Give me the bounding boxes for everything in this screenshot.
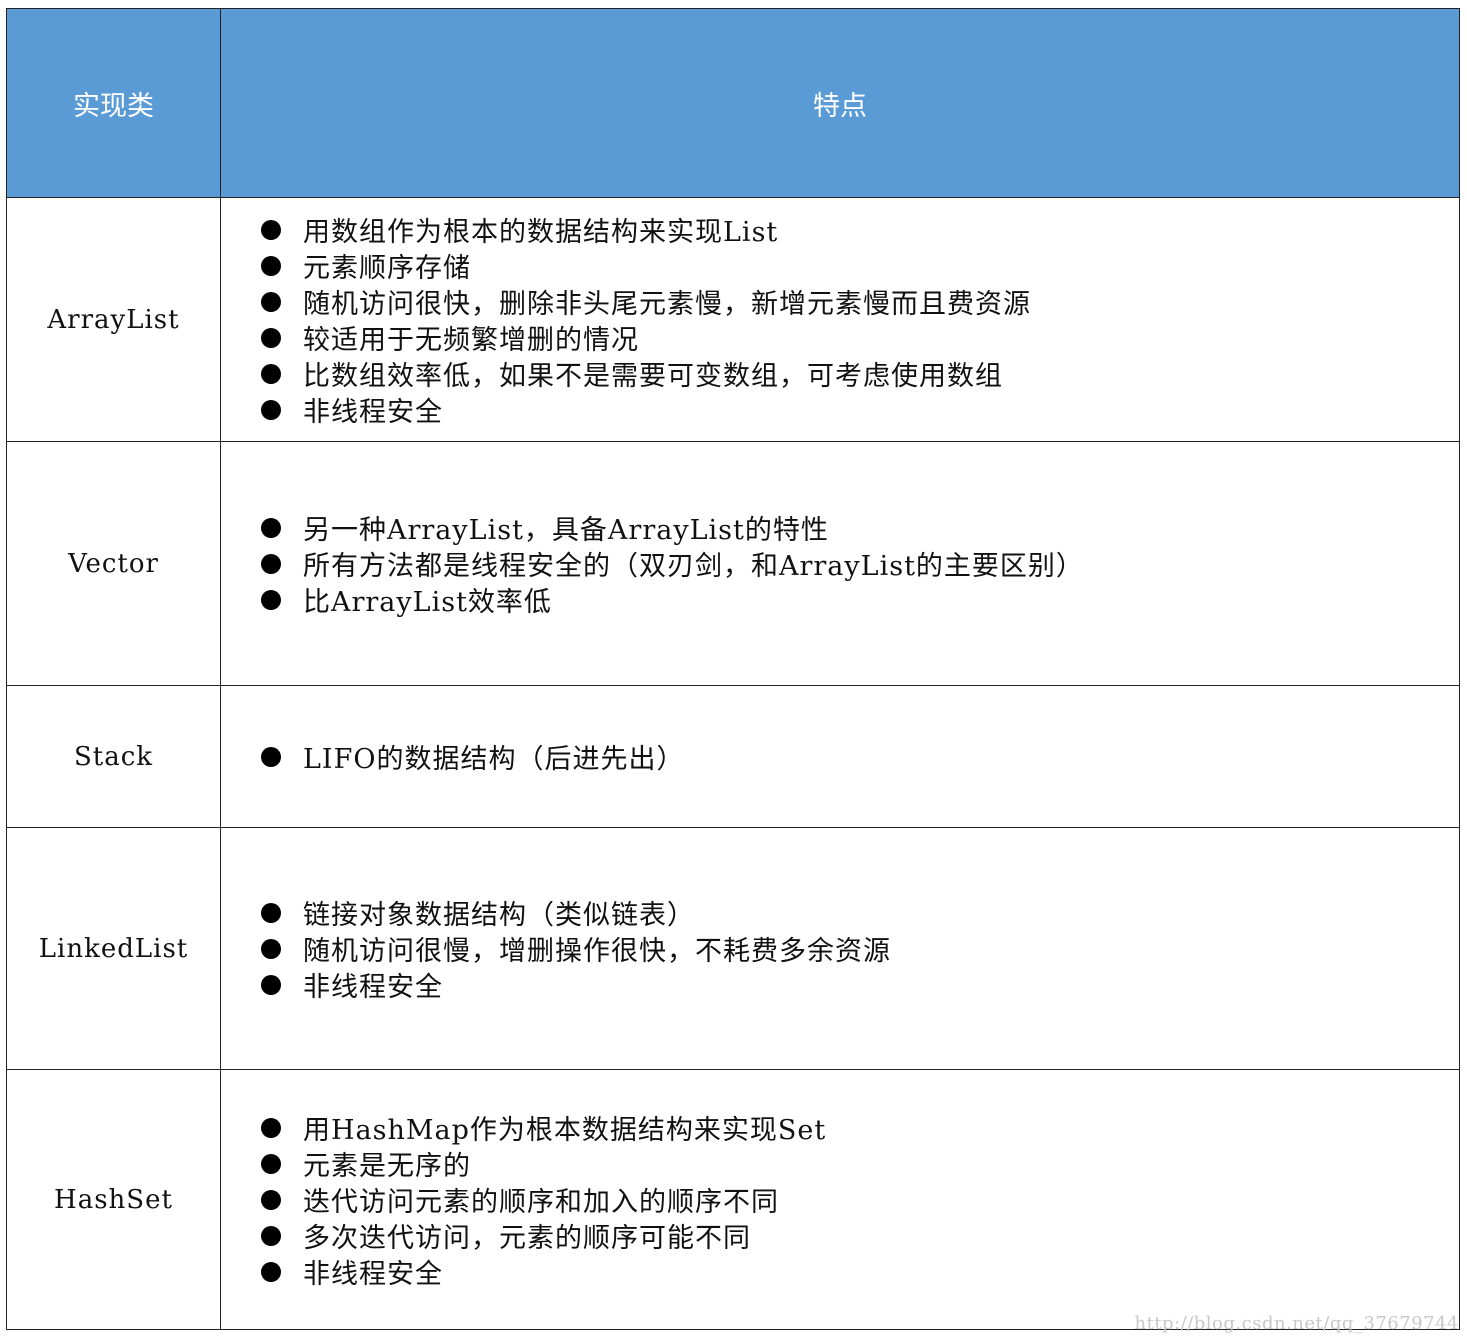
class-name-cell: Stack: [6, 685, 221, 828]
feature-item: 另一种ArrayList，具备ArrayList的特性: [261, 510, 1459, 546]
features-cell: 链接对象数据结构（类似链表） 随机访问很慢，增删操作很快，不耗费多余资源 非线程安全: [220, 827, 1460, 1070]
features-cell: LIFO的数据结构（后进先出）: [220, 685, 1460, 828]
feature-item: 链接对象数据结构（类似链表）: [261, 895, 1459, 931]
table-row: LinkedList 链接对象数据结构（类似链表） 随机访问很慢，增删操作很快，不耗…: [6, 827, 1460, 1070]
bullet-icon: [261, 399, 281, 420]
feature-text: 元素顺序存储: [303, 253, 471, 284]
bullet-icon: [261, 363, 281, 384]
feature-text: 另一种ArrayList，具备ArrayList的特性: [303, 515, 829, 546]
feature-text: 较适用于无频繁增删的情况: [303, 325, 639, 356]
feature-item: 用HashMap作为根本数据结构来实现Set: [261, 1110, 1459, 1146]
bullet-icon: [261, 553, 281, 574]
bullet-icon: [261, 589, 281, 610]
watermark: http://blog.csdn.net/qq_37679744: [1134, 1313, 1459, 1334]
class-name-cell: ArrayList: [6, 197, 221, 442]
feature-text: LIFO的数据结构（后进先出）: [303, 744, 685, 775]
feature-text: 非线程安全: [303, 972, 443, 1003]
class-name-cell: HashSet: [6, 1069, 221, 1330]
feature-list: 用数组作为根本的数据结构来实现List 元素顺序存储随机访问很快，删除非头尾元素慢…: [261, 212, 1459, 428]
feature-text: 随机访问很快，删除非头尾元素慢，新增元素慢而且费资源: [303, 289, 1031, 320]
feature-list: 用HashMap作为根本数据结构来实现Set 元素是无序的迭代访问元素的顺序和加入…: [261, 1110, 1459, 1290]
features-cell: 用数组作为根本的数据结构来实现List 元素顺序存储随机访问很快，删除非头尾元素慢…: [220, 197, 1460, 442]
feature-item: 所有方法都是线程安全的（双刃剑，和ArrayList的主要区别）: [261, 546, 1459, 582]
feature-text: 元素是无序的: [303, 1151, 471, 1182]
features-cell: 另一种ArrayList，具备ArrayList的特性所有方法都是线程安全的（双…: [220, 441, 1460, 686]
bullet-icon: [261, 1261, 281, 1282]
bullet-icon: [261, 327, 281, 348]
feature-text: 非线程安全: [303, 1259, 443, 1290]
feature-text: 迭代访问元素的顺序和加入的顺序不同: [303, 1187, 779, 1218]
feature-text: 比ArrayList效率低: [303, 587, 552, 618]
feature-text: 非线程安全: [303, 397, 443, 428]
feature-item: 非线程安全: [261, 1254, 1459, 1290]
header-features: 特点: [220, 8, 1460, 198]
feature-list: LIFO的数据结构（后进先出）: [261, 739, 1459, 775]
feature-text: 用HashMap作为根本数据结构来实现Set: [303, 1115, 827, 1146]
table-body: ArrayList 用数组作为根本的数据结构来实现List 元素顺序存储随机访问很快…: [6, 197, 1460, 1330]
class-name-cell: LinkedList: [6, 827, 221, 1070]
feature-item: 非线程安全: [261, 392, 1459, 428]
collection-comparison-table: 实现类 特点 ArrayList 用数组作为根本的数据结构来实现List 元素顺序存…: [6, 8, 1460, 1330]
feature-item: 多次迭代访问，元素的顺序可能不同: [261, 1218, 1459, 1254]
bullet-icon: [261, 746, 281, 767]
feature-item: 元素是无序的: [261, 1146, 1459, 1182]
bullet-icon: [261, 974, 281, 995]
header-row: 实现类 特点: [6, 8, 1460, 198]
bullet-icon: [261, 902, 281, 923]
bullet-icon: [261, 938, 281, 959]
features-cell: 用HashMap作为根本数据结构来实现Set 元素是无序的迭代访问元素的顺序和加入…: [220, 1069, 1460, 1330]
table-row: ArrayList 用数组作为根本的数据结构来实现List 元素顺序存储随机访问很快…: [6, 197, 1460, 442]
feature-item: 非线程安全: [261, 967, 1459, 1003]
feature-text: 所有方法都是线程安全的（双刃剑，和ArrayList的主要区别）: [303, 551, 1084, 582]
feature-item: 随机访问很快，删除非头尾元素慢，新增元素慢而且费资源: [261, 284, 1459, 320]
feature-item: 比数组效率低，如果不是需要可变数组，可考虑使用数组: [261, 356, 1459, 392]
table-row: Vector 另一种ArrayList，具备ArrayList的特性所有方法都是线…: [6, 441, 1460, 686]
bullet-icon: [261, 1225, 281, 1246]
class-name-cell: Vector: [6, 441, 221, 686]
feature-item: 迭代访问元素的顺序和加入的顺序不同: [261, 1182, 1459, 1218]
feature-text: 多次迭代访问，元素的顺序可能不同: [303, 1223, 751, 1254]
feature-text: 链接对象数据结构（类似链表）: [303, 900, 695, 931]
feature-item: 比ArrayList效率低: [261, 582, 1459, 618]
feature-item: 较适用于无频繁增删的情况: [261, 320, 1459, 356]
bullet-icon: [261, 517, 281, 538]
feature-item: 用数组作为根本的数据结构来实现List: [261, 212, 1459, 248]
feature-item: LIFO的数据结构（后进先出）: [261, 739, 1459, 775]
bullet-icon: [261, 219, 281, 240]
bullet-icon: [261, 255, 281, 276]
feature-text: 随机访问很慢，增删操作很快，不耗费多余资源: [303, 936, 891, 967]
feature-text: 比数组效率低，如果不是需要可变数组，可考虑使用数组: [303, 361, 1003, 392]
feature-text: 用数组作为根本的数据结构来实现List: [303, 217, 779, 248]
feature-list: 链接对象数据结构（类似链表） 随机访问很慢，增删操作很快，不耗费多余资源 非线程安全: [261, 895, 1459, 1003]
bullet-icon: [261, 1153, 281, 1174]
table-row: Stack LIFO的数据结构（后进先出）: [6, 685, 1460, 828]
feature-list: 另一种ArrayList，具备ArrayList的特性所有方法都是线程安全的（双…: [261, 510, 1459, 618]
feature-item: 元素顺序存储: [261, 248, 1459, 284]
table-row: HashSet 用HashMap作为根本数据结构来实现Set 元素是无序的迭代访问元…: [6, 1069, 1460, 1330]
bullet-icon: [261, 1117, 281, 1138]
bullet-icon: [261, 1189, 281, 1210]
header-class: 实现类: [6, 8, 221, 198]
bullet-icon: [261, 291, 281, 312]
feature-item: 随机访问很慢，增删操作很快，不耗费多余资源: [261, 931, 1459, 967]
